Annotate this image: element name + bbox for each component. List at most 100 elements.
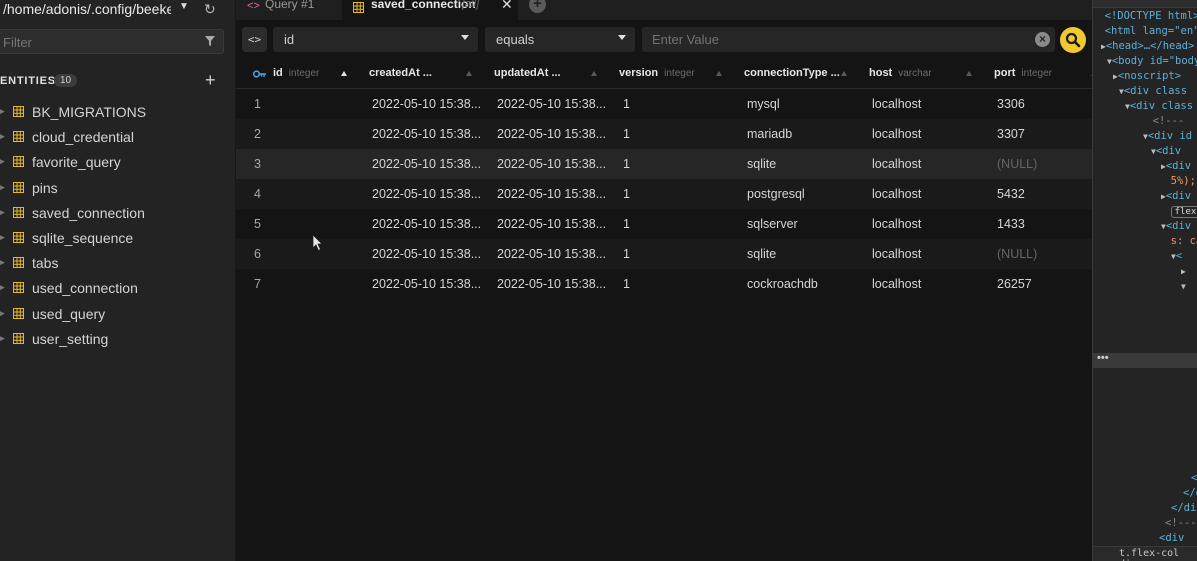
column-header[interactable]: createdAt ... [369,67,438,79]
sidebar-table-item[interactable]: ▶ cloud_credential [0,124,236,149]
filter-mode-toggle[interactable]: <> [242,27,267,52]
table-cell[interactable]: 2022-05-10 15:38... [372,217,481,231]
table-cell[interactable]: 1 [623,127,630,141]
devtools-dom-line[interactable]: <div [1159,532,1197,547]
collapse-arrow-icon[interactable] [1161,207,1171,216]
sidebar-table-item[interactable]: ▶ used_query [0,301,236,326]
devtools-dom-line[interactable]: ▶<head>…</head> [1101,40,1197,55]
sort-arrow-icon[interactable] [341,71,347,76]
collapse-arrow-icon[interactable] [1161,237,1171,246]
filter-operator-select[interactable]: equals [485,27,635,52]
devtools-dom-line[interactable]: flex [1161,205,1197,220]
table-cell[interactable]: 3306 [997,97,1025,111]
close-icon[interactable]: ✕ [501,0,513,13]
devtools-dom-line[interactable]: ▼<body id="body"> [1107,55,1197,70]
search-button[interactable] [1060,27,1086,53]
expand-arrow-icon[interactable]: ▶ [1181,267,1186,276]
chevron-right-icon[interactable]: ▶ [0,257,5,268]
column-header[interactable]: port integer [994,67,1052,79]
table-cell[interactable]: sqlite [747,157,776,171]
devtools-dom-line[interactable]: ▼< [1171,250,1197,265]
table-cell[interactable]: localhost [872,127,921,141]
table-cell[interactable]: 2022-05-10 15:38... [497,157,606,171]
table-cell[interactable]: 1 [623,277,630,291]
column-header[interactable]: version integer [619,67,695,79]
row-number[interactable]: 2 [254,127,261,141]
table-cell[interactable]: 2022-05-10 15:38... [497,277,606,291]
devtools-dom-line[interactable]: ▼<div [1151,145,1197,160]
connection-selector[interactable]: /home/adonis/.config/beekeeper ▼ ↻ [0,0,236,20]
table-row[interactable]: 6 2022-05-10 15:38... 2022-05-10 15:38... 1… [236,239,1092,269]
sidebar-table-item[interactable]: ▶ used_connection [0,275,236,300]
devtools-dom-line[interactable]: <!--- [1143,115,1197,130]
table-cell[interactable]: 3307 [997,127,1025,141]
devtools-dom-line[interactable]: ▶<div [1161,160,1197,175]
table-cell[interactable]: 2022-05-10 15:38... [372,127,481,141]
tab-saved-connection[interactable]: saved_connection [all] ✕ [342,0,518,20]
table-cell[interactable]: 1 [623,157,630,171]
devtools-dom-line[interactable]: </ [1191,472,1197,487]
sidebar-table-item[interactable]: ▶ BK_MIGRATIONS [0,99,236,124]
table-cell[interactable]: mariadb [747,127,792,141]
devtools-dom-line[interactable]: s: ca [1161,235,1197,250]
table-cell[interactable]: localhost [872,157,921,171]
table-cell[interactable]: 1433 [997,217,1025,231]
table-row[interactable]: 2 2022-05-10 15:38... 2022-05-10 15:38... 1… [236,119,1092,149]
table-row[interactable]: 1 2022-05-10 15:38... 2022-05-10 15:38... 1… [236,89,1092,119]
devtools-dom-line[interactable]: ▶<div [1161,190,1197,205]
devtools-dom-line[interactable]: ▼<div class [1119,85,1197,100]
table-cell[interactable]: 2022-05-10 15:38... [497,217,606,231]
table-cell[interactable]: 5432 [997,187,1025,201]
collapse-arrow-icon[interactable] [1143,117,1153,126]
table-cell[interactable]: 1 [623,247,630,261]
row-number[interactable]: 3 [254,157,261,171]
table-cell[interactable]: 2022-05-10 15:38... [372,97,481,111]
table-cell[interactable]: 2022-05-10 15:38... [497,97,606,111]
sidebar-table-item[interactable]: ▶ sqlite_sequence [0,225,236,250]
caret-down-icon[interactable]: ▼ [179,1,189,12]
table-cell[interactable]: localhost [872,97,921,111]
collapse-arrow-icon[interactable] [1161,177,1171,186]
collapse-arrow-icon[interactable] [1095,12,1105,21]
filter-value-input[interactable]: Enter Value × [642,27,1055,52]
add-entity-icon[interactable]: + [205,70,216,91]
table-cell[interactable]: localhost [872,277,921,291]
devtools-dom-line[interactable]: <!DOCTYPE html> [1095,10,1197,25]
table-cell[interactable]: mysql [747,97,780,111]
add-tab-icon[interactable]: + [529,0,546,13]
row-number[interactable]: 6 [254,247,261,261]
collapse-arrow-icon[interactable]: ▼ [1181,282,1186,291]
table-cell[interactable]: localhost [872,217,921,231]
more-icon[interactable]: ••• [1097,352,1109,364]
devtools-dom-line[interactable]: ▼<div [1161,220,1197,235]
table-cell[interactable]: 1 [623,217,630,231]
table-row[interactable]: 5 2022-05-10 15:38... 2022-05-10 15:38... 1… [236,209,1092,239]
devtools-dom-line[interactable]: 5%); [1161,175,1197,190]
table-cell[interactable]: (NULL) [997,247,1037,261]
sort-arrow-icon[interactable] [591,71,597,76]
column-header[interactable]: updatedAt ... [494,67,567,79]
devtools-dom-line[interactable]: </div [1183,487,1197,502]
chevron-right-icon[interactable]: ▶ [0,106,5,117]
table-cell[interactable]: 2022-05-10 15:38... [372,187,481,201]
table-cell[interactable]: 1 [623,187,630,201]
refresh-icon[interactable]: ↻ [204,1,216,18]
table-row[interactable]: 3 2022-05-10 15:38... 2022-05-10 15:38... 1… [236,149,1092,179]
devtools-dom-line[interactable]: ▼<div id [1143,130,1197,145]
table-cell[interactable]: postgresql [747,187,805,201]
funnel-icon[interactable] [204,34,216,48]
devtools-dom-line[interactable]: <!--- [1165,517,1197,532]
column-header[interactable]: host varchar [869,67,932,79]
row-number[interactable]: 4 [254,187,261,201]
collapse-arrow-icon[interactable] [1095,27,1105,36]
chevron-right-icon[interactable]: ▶ [0,207,5,218]
table-cell[interactable]: sqlserver [747,217,798,231]
column-header[interactable]: id integer [273,67,319,79]
sidebar-table-item[interactable]: ▶ user_setting [0,326,236,351]
devtools-dom-line[interactable]: ▼<div class [1125,100,1197,115]
column-header[interactable]: connectionType ... [744,67,846,79]
table-cell[interactable]: 1 [623,97,630,111]
chevron-right-icon[interactable]: ▶ [0,131,5,142]
table-cell[interactable]: 2022-05-10 15:38... [497,247,606,261]
sort-arrow-icon[interactable] [966,71,972,76]
